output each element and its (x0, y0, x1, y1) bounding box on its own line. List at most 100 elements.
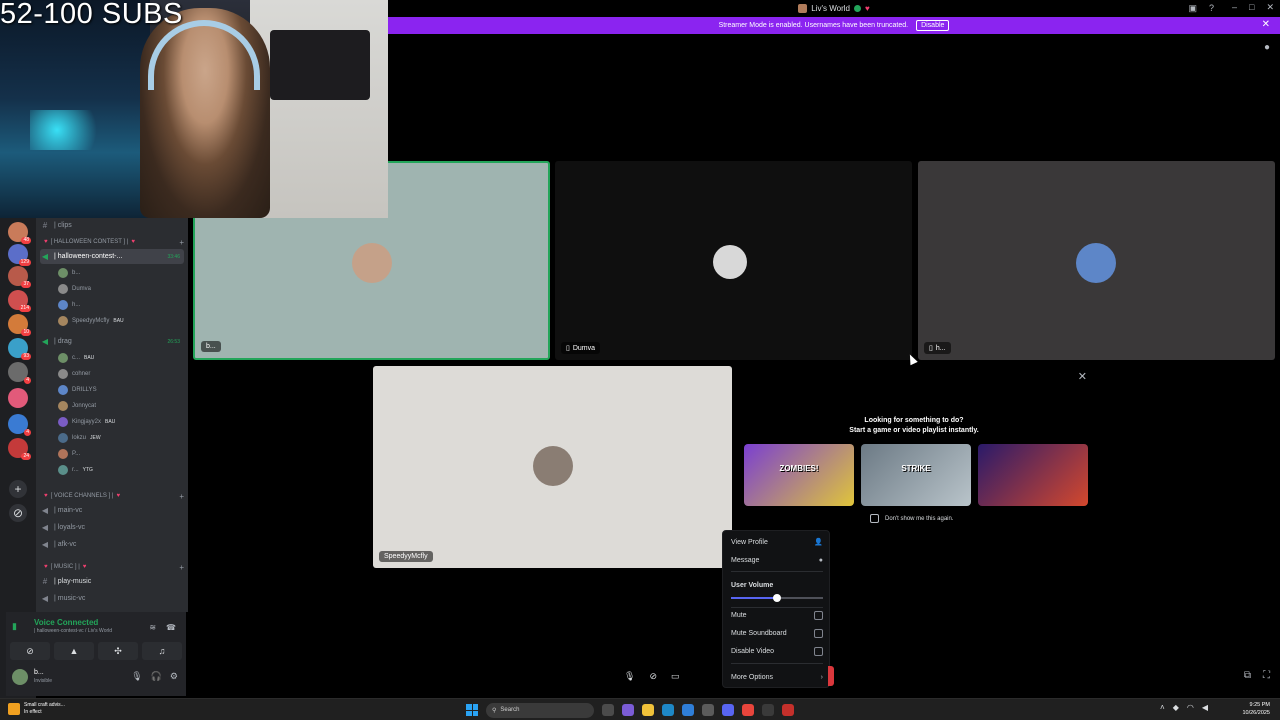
tray-app-icon[interactable]: ◆ (1173, 703, 1179, 712)
volume-icon[interactable]: ◀ (1202, 703, 1208, 712)
end-call-button[interactable] (828, 666, 834, 686)
headphones-icon[interactable]: 🎧 (151, 671, 162, 682)
chat-bubble-icon[interactable]: ● (1264, 42, 1270, 53)
voice-user[interactable]: SpeedyyMcfly BAU (58, 313, 184, 328)
soundboard-button[interactable]: ♫ (142, 642, 182, 660)
obs-icon[interactable] (782, 704, 794, 716)
noise-suppression-icon[interactable]: ≋ (149, 623, 156, 632)
screen-share-button[interactable]: ▲ (54, 642, 94, 660)
game-card-third[interactable] (978, 444, 1088, 506)
close-banner-icon[interactable]: ✕ (1262, 19, 1270, 30)
add-channel-icon[interactable]: + (179, 238, 184, 247)
voice-user[interactable]: h... (58, 297, 184, 312)
video-tile-h[interactable]: ▯ h... (918, 161, 1275, 360)
channel-afk-vc[interactable]: ◀ | afk-vc (40, 537, 184, 552)
channel-loyals-vc[interactable]: ◀ | loyals-vc (40, 520, 184, 535)
close-activity-icon[interactable]: ✕ (1078, 370, 1087, 383)
voice-user[interactable]: b... (58, 265, 184, 280)
server-icon[interactable]: 24 (8, 438, 31, 460)
channel-clips[interactable]: # | clips (40, 218, 184, 233)
task-view-icon[interactable] (602, 704, 614, 716)
category-halloween[interactable]: ♥[ HALLOWEEN CONTEST ] | ♥ + (44, 236, 184, 248)
checkbox-box[interactable] (870, 514, 879, 523)
game-card-zombies[interactable]: ZOMBIES! (744, 444, 854, 506)
share-screen-icon[interactable]: ▭ (671, 671, 680, 682)
user-volume-slider[interactable] (731, 594, 823, 602)
activities-button[interactable]: ✣ (98, 642, 138, 660)
maximize-button[interactable]: □ (1249, 2, 1254, 13)
channel-main-vc[interactable]: ◀ | main-vc (40, 503, 184, 518)
add-channel-icon[interactable]: + (179, 492, 184, 501)
app-icon[interactable] (762, 704, 774, 716)
menu-view-profile[interactable]: View Profile 👤 (731, 535, 823, 549)
inbox-icon[interactable]: ▣ (1188, 3, 1197, 14)
app-icon[interactable] (702, 704, 714, 716)
taskbar-clock[interactable]: 9:25 PM 10/26/2025 (1242, 701, 1270, 717)
mute-checkbox[interactable] (814, 610, 823, 620)
app-icon[interactable] (622, 704, 634, 716)
start-windows-icon[interactable] (466, 704, 478, 716)
server-icon[interactable]: 48 (8, 222, 31, 244)
fullscreen-icon[interactable]: ⛶ (1263, 670, 1270, 681)
server-icon[interactable]: 129 (8, 244, 31, 266)
menu-message[interactable]: Message ● (731, 553, 823, 567)
channel-music-vc[interactable]: ◀ | music-vc (40, 591, 184, 606)
server-icon[interactable]: 4 (8, 414, 31, 436)
disable-streamer-mode-button[interactable]: Disable (916, 20, 950, 31)
taskbar-search[interactable]: ⚲ Search (486, 702, 594, 718)
edge-icon[interactable] (662, 704, 674, 716)
voice-user[interactable]: P... (58, 446, 184, 461)
channel-drag[interactable]: ◀ | drag 26:53 (40, 334, 184, 349)
server-icon[interactable] (8, 388, 28, 408)
explore-servers-icon[interactable]: ⊘ (9, 504, 27, 522)
file-explorer-icon[interactable] (642, 704, 654, 716)
add-channel-icon[interactable]: + (179, 563, 184, 572)
video-tile-dumva[interactable]: ▯ Dumva (555, 161, 912, 360)
category-music[interactable]: ♥[ MUSIC ] | ♥ + (44, 561, 184, 573)
category-voice-channels[interactable]: ♥[ VOICE CHANNELS ] | ♥ + (44, 490, 184, 502)
voice-user[interactable]: Kingjayy2x BAU (58, 414, 184, 429)
server-icon[interactable]: 214 (8, 290, 31, 312)
voice-user[interactable]: r... YTG (58, 462, 184, 477)
menu-mute-soundboard[interactable]: Mute Soundboard (731, 626, 823, 640)
chevron-up-icon[interactable]: ˄ (1160, 703, 1165, 712)
mic-icon[interactable]: 🎙 (131, 671, 142, 682)
channel-play-music[interactable]: # | play-music (40, 574, 184, 589)
wifi-icon[interactable]: ◠ (1187, 703, 1194, 712)
server-icon[interactable]: 37 (8, 266, 31, 288)
chrome-icon[interactable] (742, 704, 754, 716)
disconnect-icon[interactable]: ☎ (166, 623, 176, 632)
voice-user[interactable]: lokzu JEW (58, 430, 184, 445)
minimize-button[interactable]: – (1232, 2, 1237, 13)
slider-knob[interactable] (773, 594, 781, 602)
video-tile-speedyymcfly[interactable]: SpeedyyMcfly (373, 366, 732, 568)
discord-icon[interactable] (722, 704, 734, 716)
camera-off-icon[interactable]: ⊘ (649, 671, 657, 682)
server-icon[interactable]: 93 (8, 338, 31, 360)
settings-gear-icon[interactable]: ⚙ (170, 671, 178, 682)
microphone-icon[interactable]: 🎙 (624, 671, 635, 682)
help-icon[interactable]: ? (1209, 3, 1214, 14)
user-avatar[interactable] (12, 669, 28, 685)
voice-user[interactable]: DRILLYS (58, 382, 184, 397)
camera-button[interactable]: ⊘ (10, 642, 50, 660)
voice-user[interactable]: Dumva (58, 281, 184, 296)
store-icon[interactable] (682, 704, 694, 716)
voice-user[interactable]: c... BAU (58, 350, 184, 365)
popout-icon[interactable]: ⧉ (1244, 670, 1251, 681)
disable-video-checkbox[interactable] (814, 646, 823, 656)
close-window-button[interactable]: ✕ (1266, 2, 1274, 13)
mute-soundboard-checkbox[interactable] (814, 628, 823, 638)
menu-mute[interactable]: Mute (731, 608, 823, 622)
add-server-icon[interactable]: + (9, 480, 27, 498)
voice-user[interactable]: Jonnycat (58, 398, 184, 413)
voice-channel-link[interactable]: | halloween-contest-vc / Liv's World (34, 628, 154, 634)
weather-widget[interactable]: Small craft advis... In effect (8, 702, 65, 716)
server-icon[interactable]: 4 (8, 362, 31, 384)
channel-halloween-contest[interactable]: ◀ | halloween-contest-... 33:46 (40, 249, 184, 264)
dont-show-again-checkbox[interactable]: Don't show me this again. (870, 514, 954, 523)
menu-disable-video[interactable]: Disable Video (731, 644, 823, 658)
voice-user[interactable]: cohner (58, 366, 184, 381)
game-card-strike[interactable]: STRIKE (861, 444, 971, 506)
server-icon[interactable]: 10 (8, 314, 31, 336)
